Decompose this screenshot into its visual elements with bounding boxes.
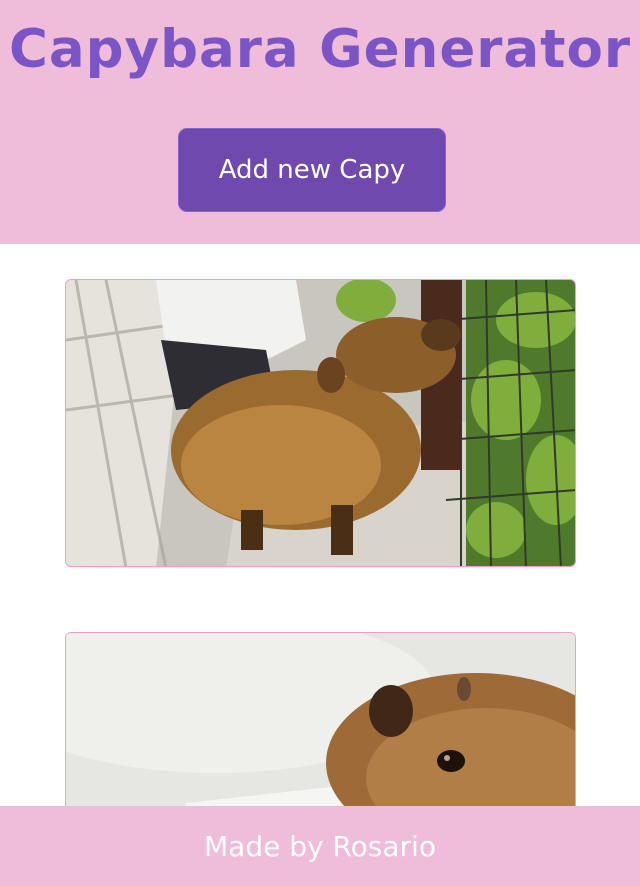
capybara-photo	[66, 280, 575, 566]
footer: Made by Rosario	[0, 806, 640, 886]
header: Capybara Generator Add new Capy	[0, 0, 640, 244]
page-title: Capybara Generator	[8, 19, 632, 80]
capy-card	[65, 279, 576, 567]
footer-credit: Made by Rosario	[204, 829, 436, 863]
add-new-capy-button[interactable]: Add new Capy	[178, 128, 446, 212]
